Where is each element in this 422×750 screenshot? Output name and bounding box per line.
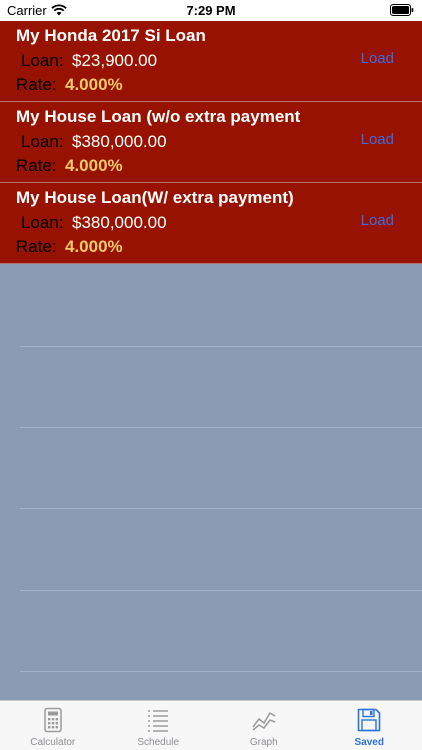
loan-amount-label: Loan: [21,213,64,232]
battery-icon [390,4,414,16]
loan-name: My Honda 2017 Si Loan [16,26,206,45]
loan-name: My House Loan(W/ extra payment) [16,188,294,207]
empty-row-separator [20,671,422,672]
tab-graph[interactable]: Graph [211,701,317,750]
empty-row-separator [20,590,422,591]
rate-value: 4.000% [65,237,123,256]
graph-icon [252,711,276,731]
tab-bar: Calculator Schedule Graph Saved [0,700,422,750]
saved-loans-list: My Honda 2017 Si Loan Loan: $23,900.00 R… [0,21,422,264]
status-bar: Carrier 7:29 PM [0,0,422,21]
tab-saved[interactable]: Saved [317,701,422,750]
saved-loan-row[interactable]: My House Loan(W/ extra payment) Loan: $3… [0,183,422,264]
empty-row-separator [20,508,422,509]
floppy-disk-icon [357,708,381,732]
load-button[interactable]: Load [361,131,394,148]
rate-label: Rate: [16,75,57,94]
loan-name: My House Loan (w/o extra payment [16,107,301,126]
tab-calculator[interactable]: Calculator [0,701,106,750]
loan-amount-label: Loan: [21,51,64,70]
rate-value: 4.000% [65,156,123,175]
load-button[interactable]: Load [361,50,394,67]
load-button[interactable]: Load [361,212,394,229]
rate-label: Rate: [16,237,57,256]
loan-amount-label: Loan: [21,132,64,151]
tab-label: Schedule [137,737,180,748]
loan-amount-value: $380,000.00 [72,213,167,232]
schedule-list-icon [148,710,169,732]
tab-schedule[interactable]: Schedule [106,701,212,750]
empty-row-separator [20,346,422,347]
loan-amount-value: $23,900.00 [72,51,158,70]
tab-label: Calculator [30,737,76,748]
loan-amount-value: $380,000.00 [72,132,167,151]
rate-value: 4.000% [65,75,123,94]
rate-label: Rate: [16,156,57,175]
calculator-icon [44,707,62,733]
clock: 7:29 PM [186,3,236,18]
saved-loan-row[interactable]: My House Loan (w/o extra payment Loan: $… [0,102,422,183]
tab-label: Graph [249,737,278,748]
tab-label: Saved [354,737,384,748]
empty-row-separator [20,427,422,428]
saved-loan-row[interactable]: My Honda 2017 Si Loan Loan: $23,900.00 R… [0,21,422,102]
